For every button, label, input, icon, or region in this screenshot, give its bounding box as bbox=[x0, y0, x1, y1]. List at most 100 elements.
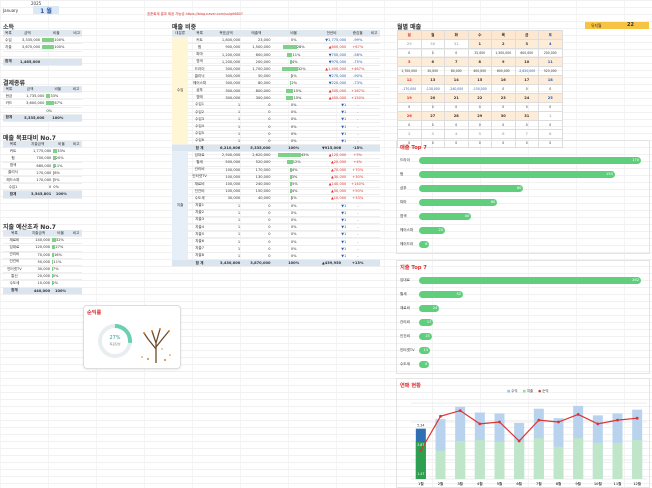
calendar-date[interactable]: 14 bbox=[444, 75, 469, 85]
bar-label: 임대료 bbox=[400, 278, 410, 282]
calendar-date[interactable]: 31 bbox=[444, 39, 469, 49]
calendar-date[interactable]: 3 bbox=[420, 129, 445, 139]
calendar-date[interactable]: 12 bbox=[397, 75, 422, 85]
note bbox=[368, 180, 380, 189]
total-cell bbox=[70, 114, 82, 122]
ratio-text: 28% bbox=[296, 45, 305, 50]
expense-ratio: 2% bbox=[51, 279, 71, 288]
income-ratio: 100% bbox=[41, 36, 72, 45]
calendar-date[interactable]: 30 bbox=[420, 39, 445, 49]
calendar-value: 0 bbox=[397, 102, 422, 112]
expense-amount: 140,000 bbox=[25, 236, 52, 245]
target-amount: 100,000 bbox=[210, 173, 242, 181]
bar-mark: 170 bbox=[419, 157, 641, 164]
month-tick: 1월 bbox=[418, 481, 424, 486]
expense-amount: 120,000 bbox=[25, 243, 52, 252]
ratio-text: 11% bbox=[53, 259, 62, 264]
calendar-value: 0 bbox=[444, 48, 469, 58]
column-header: 비율 bbox=[52, 141, 71, 149]
yoy-rate: -75% bbox=[347, 58, 369, 66]
sales-amount: 270,000 bbox=[23, 169, 53, 177]
note bbox=[368, 36, 380, 45]
calendar-date[interactable]: 8 bbox=[467, 57, 492, 67]
calendar-date[interactable]: 28 bbox=[444, 111, 469, 121]
calendar-date[interactable]: 4 bbox=[444, 129, 469, 139]
ratio-cell: 0% bbox=[271, 122, 316, 131]
bar-mark: 8 bbox=[419, 241, 430, 248]
sales-amount: 170,000 bbox=[23, 176, 53, 185]
note bbox=[368, 166, 380, 174]
calendar-date[interactable]: 18 bbox=[538, 75, 563, 85]
sales-amount: 2,620,000 bbox=[241, 151, 272, 160]
target-amount: 1,200,000 bbox=[210, 51, 242, 59]
profit-card-title: 순익률 bbox=[87, 310, 102, 316]
yoy-change: ▼970,000 bbox=[315, 58, 348, 66]
calendar-date[interactable]: 22 bbox=[467, 93, 492, 103]
ratio-cell: 0% bbox=[271, 130, 316, 138]
yoy-change: ▲70,000 bbox=[315, 166, 348, 174]
ratio-cell: 0% bbox=[271, 202, 316, 210]
weekday-header: 토 bbox=[538, 30, 563, 40]
summary-row: 지출8 1 0 0% ▼1- bbox=[172, 252, 380, 261]
calendar-date[interactable]: 1 bbox=[467, 39, 492, 49]
calendar-date[interactable]: 26 bbox=[397, 111, 422, 121]
ratio-text: 2% bbox=[52, 281, 59, 286]
month-tick: 12월 bbox=[633, 481, 641, 486]
yoy-rate: +5% bbox=[347, 151, 369, 160]
calendar-date[interactable]: 10 bbox=[514, 57, 539, 67]
calendar-value: 1,700,000 bbox=[397, 66, 422, 76]
calendar-date[interactable]: 25 bbox=[538, 93, 563, 103]
ratio-text: 7% bbox=[52, 267, 59, 272]
target-amount: 1 bbox=[210, 202, 242, 210]
calendar-date[interactable]: 11 bbox=[538, 57, 563, 67]
calendar-date[interactable]: 4 bbox=[538, 39, 563, 49]
calendar-date[interactable]: 2 bbox=[491, 39, 516, 49]
calendar-date[interactable]: 6 bbox=[491, 129, 516, 139]
sales-amount: 1,775,000 bbox=[23, 147, 53, 156]
calendar-date[interactable]: 21 bbox=[444, 93, 469, 103]
calendar-date[interactable]: 24 bbox=[514, 93, 539, 103]
calendar-date[interactable]: 9 bbox=[491, 57, 516, 67]
note bbox=[368, 259, 380, 268]
calendar-value: 0 bbox=[538, 84, 563, 94]
calendar-date[interactable]: 7 bbox=[514, 129, 539, 139]
calendar-date[interactable]: 5 bbox=[397, 57, 422, 67]
calendar-date[interactable]: 15 bbox=[467, 75, 492, 85]
calendar-date[interactable]: 8 bbox=[538, 129, 563, 139]
calendar-date[interactable]: 27 bbox=[420, 111, 445, 121]
calendar-date[interactable]: 13 bbox=[420, 75, 445, 85]
calendar-date[interactable]: 17 bbox=[514, 75, 539, 85]
profit-card: 순익률 27% 목표달성 bbox=[83, 305, 181, 369]
calendar-date[interactable]: 29 bbox=[397, 39, 422, 49]
ratio-text: 45% bbox=[300, 153, 309, 158]
month-selector[interactable]: 1 월 bbox=[33, 6, 59, 15]
payment-amount: 3,600,000 bbox=[14, 99, 46, 108]
bar-label: 인건비 bbox=[400, 334, 410, 338]
month-name: January bbox=[3, 8, 19, 13]
calendar-date[interactable]: 20 bbox=[420, 93, 445, 103]
calendar-date[interactable]: 31 bbox=[514, 111, 539, 121]
bar-mark: 15 bbox=[419, 333, 432, 340]
calendar-date[interactable]: 2 bbox=[397, 129, 422, 139]
calendar-date[interactable]: 5 bbox=[467, 129, 492, 139]
calendar-date[interactable]: 7 bbox=[444, 57, 469, 67]
bar-label: 염색 bbox=[400, 214, 407, 218]
sales-amount: 50,000 bbox=[241, 72, 272, 81]
calendar-date[interactable]: 23 bbox=[491, 93, 516, 103]
column-header: 목록 bbox=[188, 30, 211, 38]
blank bbox=[172, 259, 189, 268]
calendar-date[interactable]: 1 bbox=[538, 111, 563, 121]
calendar-date[interactable]: 6 bbox=[420, 57, 445, 67]
sales-ratio: 11% bbox=[52, 162, 71, 170]
calendar-date[interactable]: 19 bbox=[397, 93, 422, 103]
calendar-total: 유지월 22 bbox=[585, 22, 649, 29]
note bbox=[368, 209, 380, 217]
calendar-date[interactable]: 29 bbox=[467, 111, 492, 121]
calendar-date[interactable]: 16 bbox=[491, 75, 516, 85]
calendar-date[interactable]: 3 bbox=[514, 39, 539, 49]
data-label: 1.47 bbox=[417, 472, 424, 476]
item-name: 헤어스파 bbox=[188, 79, 211, 88]
ratio-cell: 0% bbox=[271, 223, 316, 232]
calendar-date[interactable]: 30 bbox=[491, 111, 516, 121]
payment-label bbox=[3, 107, 15, 115]
